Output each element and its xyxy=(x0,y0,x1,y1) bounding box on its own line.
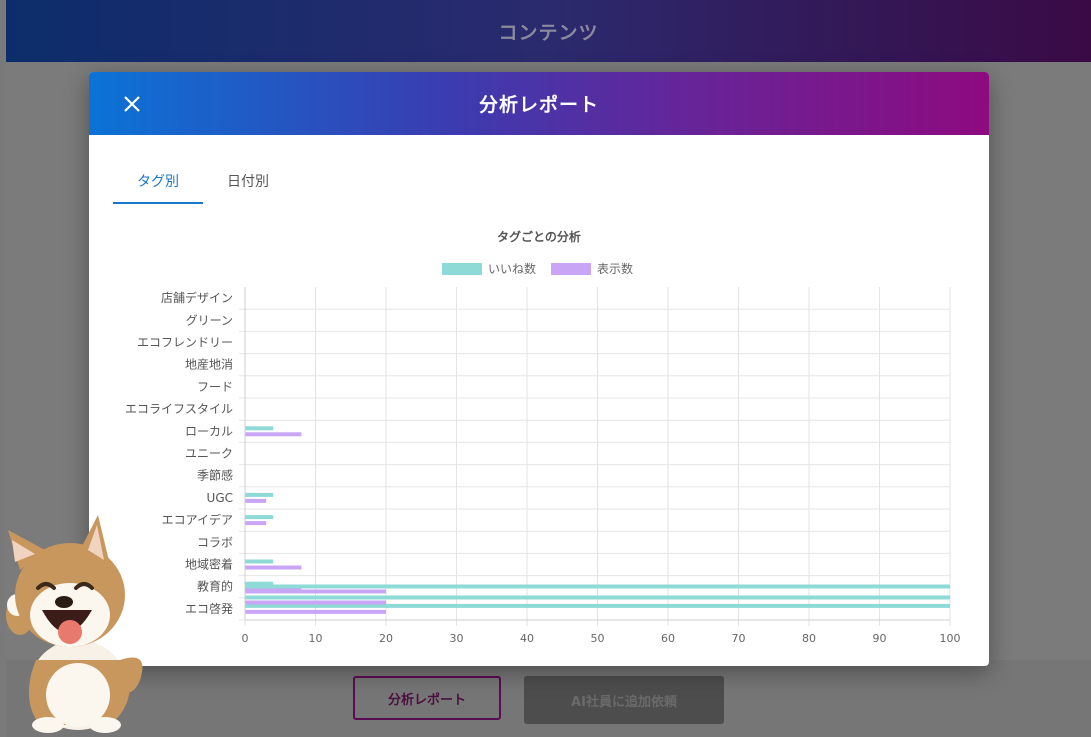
y-tick-label: エコ啓発 xyxy=(185,601,233,616)
bar-likes-extra xyxy=(245,595,950,600)
y-tick-label: エコアイデア xyxy=(162,512,233,527)
y-tick-label: エコライフスタイル xyxy=(125,402,233,416)
x-tick-label: 10 xyxy=(309,632,323,645)
x-tick-label: 90 xyxy=(873,632,887,645)
x-tick-label: 0 xyxy=(242,632,249,645)
x-tick-label: 60 xyxy=(661,632,675,645)
y-tick-label: フード xyxy=(197,380,233,394)
y-tick-label: 教育的 xyxy=(197,579,233,594)
close-icon[interactable] xyxy=(119,91,145,117)
y-tick-label: UGC xyxy=(207,491,233,505)
modal-header: 分析レポート xyxy=(89,72,989,135)
bar-likes xyxy=(245,492,274,497)
legend-swatch-0 xyxy=(442,263,482,275)
shiba-mascot-image xyxy=(6,515,143,733)
x-tick-label: 50 xyxy=(591,632,605,645)
app-topbar: コンテンツ xyxy=(6,0,1091,62)
tab-by-tag[interactable]: タグ別 xyxy=(113,160,203,204)
x-tick-label: 100 xyxy=(940,632,961,645)
bar-views xyxy=(245,498,267,503)
bar-likes xyxy=(245,603,950,608)
x-tick-label: 80 xyxy=(802,632,816,645)
x-tick-label: 30 xyxy=(450,632,464,645)
bar-likes-extra xyxy=(245,584,950,589)
ai-request-button[interactable]: AI社員に追加依頼 xyxy=(524,676,724,724)
y-tick-label: 季節感 xyxy=(197,468,233,483)
bar-views-extra xyxy=(245,600,386,605)
y-tick-label: グリーン xyxy=(186,313,233,327)
bar-likes xyxy=(245,426,274,431)
bar-views-extra xyxy=(245,589,386,594)
y-tick-label: ローカル xyxy=(185,424,233,438)
bar-views xyxy=(245,432,302,437)
y-tick-label: エコフレンドリー xyxy=(137,336,233,350)
legend-swatch-1 xyxy=(551,263,591,275)
y-tick-label: 地域密着 xyxy=(185,557,233,572)
y-tick-label: コラボ xyxy=(197,535,233,549)
chart-svg: タグごとの分析いいね数 表示数 0 10 20 30 40 50 60 70 80 90 100 店舗デザ… xyxy=(125,229,961,645)
bar-views xyxy=(245,521,267,526)
modal-tabs: タグ別 日付別 xyxy=(113,160,293,204)
y-tick-label: 店舗デザイン xyxy=(161,290,233,305)
x-tick-label: 70 xyxy=(732,632,746,645)
x-tick-label: 40 xyxy=(520,632,534,645)
y-tick-label: ユニーク xyxy=(185,447,233,461)
chart-title: タグごとの分析 xyxy=(497,229,581,244)
legend-label-0: いいね数 xyxy=(488,261,536,276)
bar-likes xyxy=(245,515,274,520)
tag-analysis-chart: タグごとの分析いいね数 表示数 0 10 20 30 40 50 60 70 80 90 100 店舗デザ… xyxy=(89,217,989,666)
x-tick-label: 20 xyxy=(379,632,393,645)
bar-views xyxy=(245,609,386,614)
bar-views xyxy=(245,565,302,570)
modal-title: 分析レポート xyxy=(478,94,599,116)
analysis-report-button[interactable]: 分析レポート xyxy=(353,676,501,720)
bar-likes xyxy=(245,559,274,564)
tab-by-date[interactable]: 日付別 xyxy=(203,160,293,202)
legend-label-1: 表示数 xyxy=(597,261,633,276)
y-tick-label: 地産地消 xyxy=(185,357,233,372)
analysis-report-modal: 分析レポート タグ別 日付別 タグごとの分析いいね数 表示数 0 10 20 30 40 50… xyxy=(89,72,989,666)
topbar-title: コンテンツ xyxy=(498,21,599,44)
